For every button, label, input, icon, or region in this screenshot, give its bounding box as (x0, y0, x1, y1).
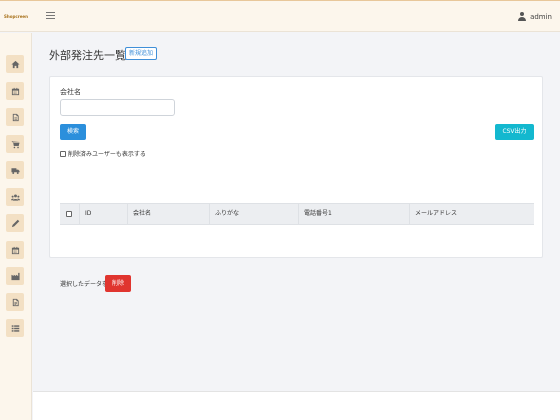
sidebar-item-schedule[interactable] (6, 241, 24, 259)
sidebar-item-file[interactable] (6, 293, 24, 311)
column-divider (79, 204, 80, 224)
sidebar-item-cart[interactable] (6, 135, 24, 153)
truck-icon (10, 167, 20, 174)
column-header-email[interactable]: メールアドレス (415, 204, 457, 224)
sidebar-item-calendar[interactable] (6, 82, 24, 100)
sidebar-item-list[interactable] (6, 319, 24, 337)
list-icon (11, 324, 19, 332)
delete-button[interactable]: 削除 (105, 275, 131, 292)
column-divider (127, 204, 128, 224)
column-divider (409, 204, 410, 224)
sidebar (0, 33, 32, 420)
column-header-company[interactable]: 会社名 (133, 204, 151, 224)
sidebar-item-home[interactable] (6, 55, 24, 73)
calendar-icon (11, 87, 19, 95)
home-icon (10, 60, 20, 68)
table-header: ID 会社名 ふりがな 電話番号1 メールアドレス (60, 203, 534, 225)
cart-icon (10, 140, 20, 148)
select-all-checkbox[interactable] (66, 211, 72, 217)
show-deleted-checkbox[interactable] (60, 150, 66, 157)
column-header-phone[interactable]: 電話番号1 (304, 204, 332, 224)
column-header-furigana[interactable]: ふりがな (215, 204, 239, 224)
sidebar-item-users[interactable] (6, 188, 24, 206)
user-name: admin (530, 12, 552, 21)
bulk-action-label: 選択したデータを (60, 281, 109, 288)
column-divider (209, 204, 210, 224)
company-name-label: 会社名 (60, 88, 81, 96)
document-icon (12, 113, 19, 121)
calendar-icon (11, 246, 19, 254)
sidebar-item-document[interactable] (6, 108, 24, 126)
footer (33, 391, 560, 420)
brand-logo[interactable]: Shopcreen (0, 14, 32, 19)
add-new-button[interactable]: 新規追加 (125, 47, 158, 60)
menu-toggle-icon[interactable] (46, 12, 55, 19)
file-icon (12, 298, 19, 306)
column-divider (298, 204, 299, 224)
page-title: 外部発注先一覧 (49, 49, 126, 62)
main-content: 外部発注先一覧 新規追加 会社名 検索 CSV出力 削除済みユーザーも表示する … (33, 33, 560, 391)
user-menu[interactable]: admin (518, 12, 552, 21)
factory-icon (10, 272, 20, 280)
top-bar: Shopcreen admin (0, 0, 560, 32)
user-icon (518, 12, 527, 21)
show-deleted-option[interactable]: 削除済みユーザーも表示する (60, 149, 146, 158)
company-name-input[interactable] (60, 99, 175, 116)
sidebar-item-edit[interactable] (6, 214, 24, 232)
search-card: 会社名 検索 CSV出力 削除済みユーザーも表示する ID 会社名 ふりがな 電… (49, 76, 543, 292)
show-deleted-label: 削除済みユーザーも表示する (68, 151, 146, 158)
users-icon (10, 193, 20, 201)
csv-export-button[interactable]: CSV出力 (495, 124, 534, 140)
search-button[interactable]: 検索 (60, 124, 86, 140)
sidebar-item-delivery[interactable] (6, 161, 24, 179)
column-header-id[interactable]: ID (85, 204, 91, 224)
pencil-icon (11, 219, 19, 227)
sidebar-item-factory[interactable] (6, 267, 24, 285)
